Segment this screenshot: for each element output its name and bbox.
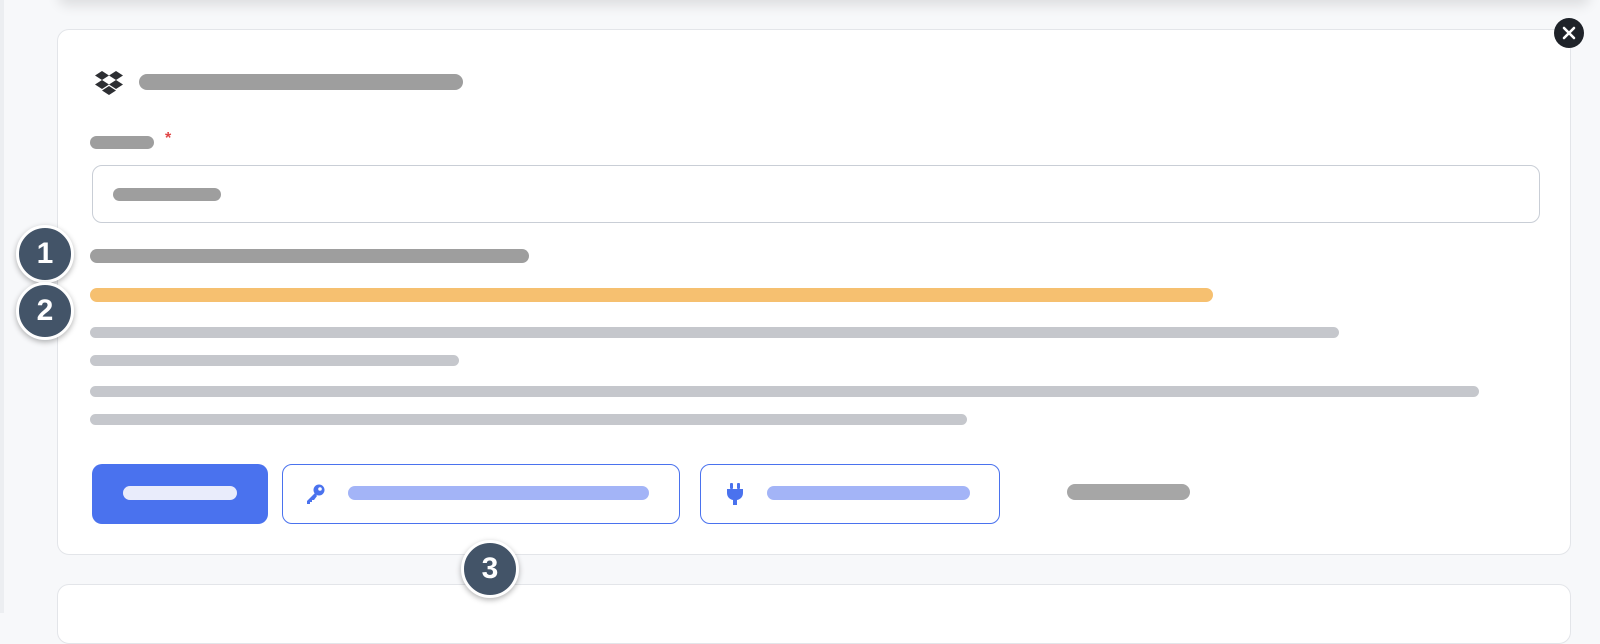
integration-card: *	[57, 29, 1571, 555]
text-input[interactable]	[92, 165, 1540, 223]
description-line	[90, 386, 1479, 397]
step-marker-2: 2	[16, 282, 74, 340]
info-heading	[90, 249, 529, 263]
dropbox-icon	[95, 71, 123, 95]
key-button-label	[348, 486, 649, 500]
description-line	[90, 414, 967, 425]
field-label	[90, 136, 154, 149]
close-icon	[1562, 26, 1576, 40]
required-mark: *	[165, 130, 172, 147]
primary-button[interactable]	[92, 464, 268, 524]
card-title	[139, 74, 463, 90]
key-icon	[307, 484, 325, 504]
warning-text	[90, 288, 1213, 302]
description-line	[90, 327, 1339, 338]
connect-button[interactable]	[700, 464, 1000, 524]
primary-button-label	[123, 486, 237, 500]
description-line	[90, 355, 459, 366]
input-value	[113, 188, 221, 201]
step-marker-3: 3	[461, 540, 519, 598]
plug-icon	[727, 483, 743, 505]
step-marker-1: 1	[16, 225, 74, 283]
close-button[interactable]	[1554, 18, 1584, 48]
secondary-link[interactable]	[1067, 484, 1190, 500]
next-card	[57, 584, 1571, 644]
connect-button-label	[767, 486, 970, 500]
left-edge	[0, 0, 4, 613]
key-button[interactable]	[282, 464, 680, 524]
